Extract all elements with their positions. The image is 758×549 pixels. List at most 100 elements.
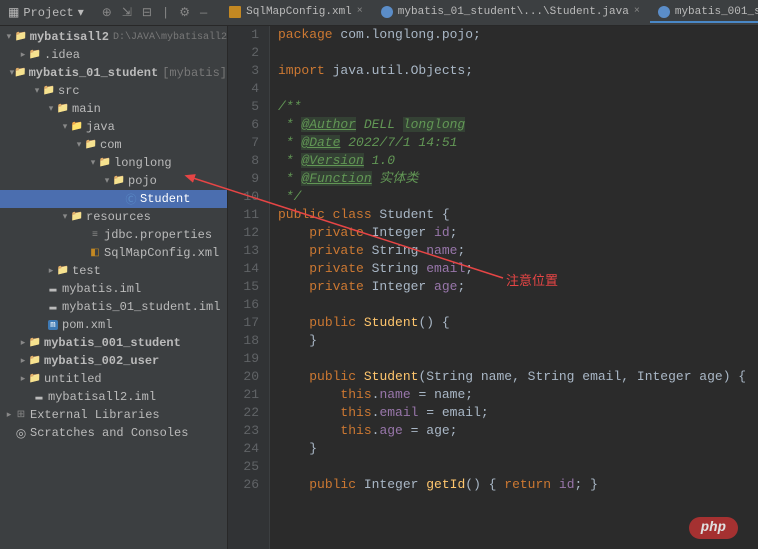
folder-icon bbox=[28, 373, 42, 385]
tree-item-student[interactable]: Student bbox=[0, 190, 227, 208]
code-line[interactable]: private Integer id; bbox=[278, 224, 758, 242]
code-line[interactable]: * @Function 实体类 bbox=[278, 170, 758, 188]
tree-item-mybatis-iml[interactable]: ▬ mybatis.iml bbox=[0, 280, 227, 298]
project-label: Project bbox=[23, 6, 73, 20]
code-line[interactable]: public class Student { bbox=[278, 206, 758, 224]
java-file-icon bbox=[658, 6, 670, 18]
code-line[interactable]: private String email; bbox=[278, 260, 758, 278]
tab-label: mybatis_01_student\...\Student.java bbox=[398, 6, 629, 18]
line-number: 8 bbox=[228, 152, 259, 170]
iml-icon: ▬ bbox=[46, 282, 60, 296]
code-line[interactable]: * @Author DELL longlong bbox=[278, 116, 758, 134]
package-icon bbox=[112, 175, 126, 187]
code-editor[interactable]: 1234567891011121314151617181920212223242… bbox=[228, 26, 758, 549]
code-line[interactable]: */ bbox=[278, 188, 758, 206]
code-line[interactable]: /** bbox=[278, 98, 758, 116]
folder-icon bbox=[14, 67, 26, 79]
code-line[interactable] bbox=[278, 458, 758, 476]
code-line[interactable]: import java.util.Objects; bbox=[278, 62, 758, 80]
tree-item-idea[interactable]: ▸ .idea bbox=[0, 46, 227, 64]
code-line[interactable]: public Student() { bbox=[278, 314, 758, 332]
line-number: 5 bbox=[228, 98, 259, 116]
gear-icon[interactable]: ⚙ bbox=[179, 5, 190, 20]
editor-tabs: SqlMapConfig.xml×mybatis_01_student\...\… bbox=[217, 3, 758, 23]
resources-folder-icon bbox=[70, 211, 84, 223]
collapse-icon[interactable]: ⊟ bbox=[142, 5, 152, 20]
main-area: ▾ mybatisall2 D:\JAVA\mybatisall2 ▸ .ide… bbox=[0, 26, 758, 549]
expand-icon[interactable]: ⇲ bbox=[122, 5, 132, 20]
code-line[interactable]: this.age = age; bbox=[278, 422, 758, 440]
editor-tab[interactable]: mybatis_001_student\...\Student.java× bbox=[650, 3, 758, 23]
tree-item-pojo[interactable]: ▾ pojo bbox=[0, 172, 227, 190]
tree-item-mybatisall2-iml[interactable]: ▬ mybatisall2.iml bbox=[0, 388, 227, 406]
project-toolbar: ⊕ ⇲ ⊟ | ⚙ — bbox=[92, 5, 217, 20]
line-number: 16 bbox=[228, 296, 259, 314]
properties-icon bbox=[88, 230, 102, 241]
xml-file-icon bbox=[229, 6, 241, 18]
code-line[interactable]: private Integer age; bbox=[278, 278, 758, 296]
tree-item-untitled[interactable]: ▸ untitled bbox=[0, 370, 227, 388]
tree-root[interactable]: ▾ mybatisall2 D:\JAVA\mybatisall2 bbox=[0, 28, 227, 46]
code-line[interactable] bbox=[278, 350, 758, 368]
project-selector[interactable]: ▦ Project ▾ bbox=[0, 5, 92, 20]
tree-item-mybatis01[interactable]: ▾ mybatis_01_student [mybatis] bbox=[0, 64, 227, 82]
tree-item-jdbc[interactable]: jdbc.properties bbox=[0, 226, 227, 244]
tree-item-longlong[interactable]: ▾ longlong bbox=[0, 154, 227, 172]
line-number: 6 bbox=[228, 116, 259, 134]
code-line[interactable] bbox=[278, 296, 758, 314]
tree-item-mybatis002[interactable]: ▸ mybatis_002_user bbox=[0, 352, 227, 370]
code-line[interactable]: * @Version 1.0 bbox=[278, 152, 758, 170]
code-line[interactable]: private String name; bbox=[278, 242, 758, 260]
package-icon bbox=[84, 139, 98, 151]
watermark-badge: php bbox=[689, 517, 738, 539]
editor-tab[interactable]: SqlMapConfig.xml× bbox=[221, 3, 371, 23]
line-number: 4 bbox=[228, 80, 259, 98]
line-number: 21 bbox=[228, 386, 259, 404]
scratches-icon: ◎ bbox=[14, 426, 28, 441]
tree-item-src[interactable]: ▾ src bbox=[0, 82, 227, 100]
line-number: 12 bbox=[228, 224, 259, 242]
tree-item-resources[interactable]: ▾ resources bbox=[0, 208, 227, 226]
code-line[interactable]: public Student(String name, String email… bbox=[278, 368, 758, 386]
code-line[interactable]: } bbox=[278, 440, 758, 458]
hide-icon[interactable]: — bbox=[200, 6, 207, 20]
tree-item-main[interactable]: ▾ main bbox=[0, 100, 227, 118]
line-number: 13 bbox=[228, 242, 259, 260]
maven-icon bbox=[46, 320, 60, 330]
line-number: 22 bbox=[228, 404, 259, 422]
close-icon[interactable]: × bbox=[357, 6, 363, 17]
line-number: 23 bbox=[228, 422, 259, 440]
line-number: 10 bbox=[228, 188, 259, 206]
tree-item-mybatis001[interactable]: ▸ mybatis_001_student bbox=[0, 334, 227, 352]
tree-item-pom[interactable]: pom.xml bbox=[0, 316, 227, 334]
code-line[interactable] bbox=[278, 80, 758, 98]
code-line[interactable]: this.name = name; bbox=[278, 386, 758, 404]
close-icon[interactable]: × bbox=[634, 6, 640, 17]
code-line[interactable]: package com.longlong.pojo; bbox=[278, 26, 758, 44]
line-number: 15 bbox=[228, 278, 259, 296]
code-line[interactable]: public Integer getId() { return id; } bbox=[278, 476, 758, 494]
select-file-icon[interactable]: ⊕ bbox=[102, 5, 112, 20]
line-number: 11 bbox=[228, 206, 259, 224]
line-number: 20 bbox=[228, 368, 259, 386]
top-bar: ▦ Project ▾ ⊕ ⇲ ⊟ | ⚙ — SqlMapConfig.xml… bbox=[0, 0, 758, 26]
code-line[interactable]: } bbox=[278, 332, 758, 350]
code-line[interactable]: this.email = email; bbox=[278, 404, 758, 422]
line-number: 18 bbox=[228, 332, 259, 350]
tree-item-sqlmap[interactable]: SqlMapConfig.xml bbox=[0, 244, 227, 262]
line-number: 2 bbox=[228, 44, 259, 62]
folder-icon bbox=[14, 31, 28, 43]
folder-icon bbox=[56, 103, 70, 115]
tree-item-java[interactable]: ▾ java bbox=[0, 118, 227, 136]
tree-item-external-libraries[interactable]: ▸ External Libraries bbox=[0, 406, 227, 424]
code-body[interactable]: package com.longlong.pojo; import java.ut… bbox=[270, 26, 758, 549]
tree-item-com[interactable]: ▾ com bbox=[0, 136, 227, 154]
editor-tab[interactable]: mybatis_01_student\...\Student.java × bbox=[373, 3, 648, 23]
tree-item-test[interactable]: ▸ test bbox=[0, 262, 227, 280]
line-number: 14 bbox=[228, 260, 259, 278]
line-number: 1 bbox=[228, 26, 259, 44]
code-line[interactable]: * @Date 2022/7/1 14:51 bbox=[278, 134, 758, 152]
tree-item-mybatis01-iml[interactable]: ▬ mybatis_01_student.iml bbox=[0, 298, 227, 316]
code-line[interactable] bbox=[278, 44, 758, 62]
tree-item-scratches[interactable]: ◎ Scratches and Consoles bbox=[0, 424, 227, 442]
